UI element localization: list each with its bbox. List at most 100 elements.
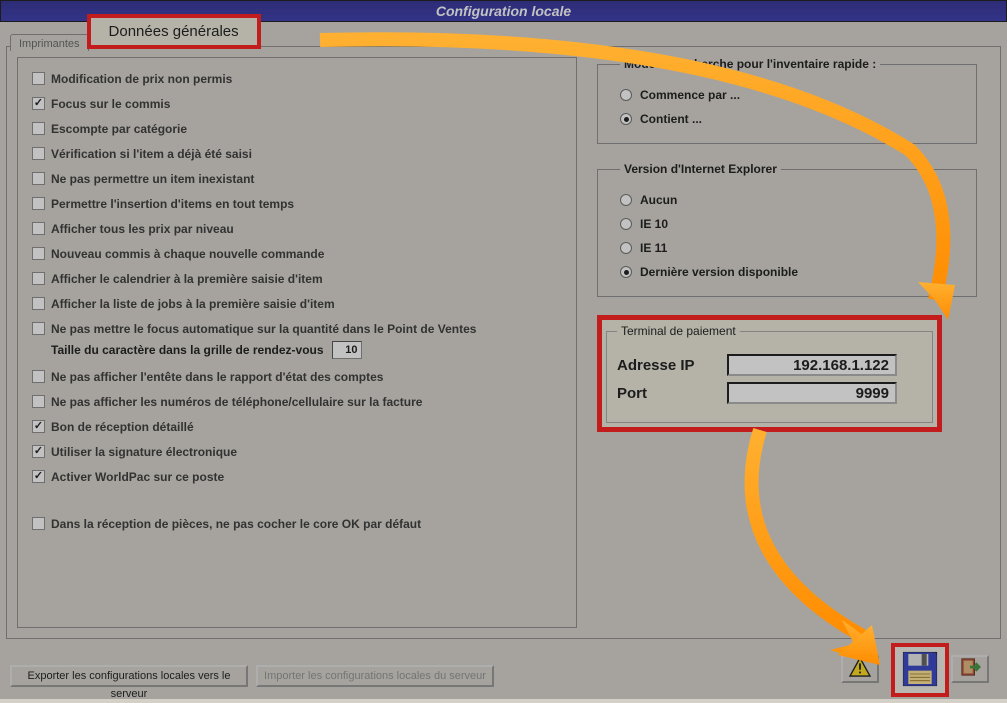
checkbox-row[interactable]: ✓ Activer WorldPac sur ce poste [32,464,568,489]
search-mode-option[interactable]: Commence par ... [620,83,958,107]
checkbox-icon[interactable] [32,272,45,285]
checkbox-row[interactable]: Afficher la liste de jobs à la première … [32,291,568,316]
checkbox-label: Ne pas afficher les numéros de téléphone… [51,395,422,409]
checkbox-row[interactable]: Afficher tous les prix par niveau [32,216,568,241]
ie-version-option[interactable]: Dernière version disponible [620,260,958,284]
export-button[interactable]: Exporter les configurations locales vers… [10,665,248,687]
checkbox-label: Permettre l'insertion d'items en tout te… [51,197,294,211]
checkbox-label: Utiliser la signature électronique [51,445,237,459]
checkbox-label: Dans la réception de pièces, ne pas coch… [51,517,421,531]
checkbox-icon[interactable] [32,247,45,260]
radio-icon[interactable] [620,266,632,278]
checkbox-label: Bon de réception détaillé [51,420,194,434]
exit-icon [959,668,981,680]
checkbox-icon[interactable] [32,395,45,408]
radio-label: IE 10 [640,217,668,231]
terminal-legend: Terminal de paiement [617,324,740,338]
checkbox-row[interactable]: Vérification si l'item a déjà été saisi [32,141,568,166]
radio-label: IE 11 [640,241,667,255]
import-button: Importer les configurations locales du s… [256,665,494,687]
right-column: Mode de recherche pour l'inventaire rapi… [597,57,977,432]
taille-caractere-row: Taille du caractère dans la grille de re… [32,341,568,359]
checkbox-icon[interactable] [32,147,45,160]
checkbox-row[interactable]: Ne pas afficher les numéros de téléphone… [32,389,568,414]
radio-icon[interactable] [620,194,632,206]
checkbox-icon[interactable]: ✓ [32,445,45,458]
bottom-bar: Exporter les configurations locales vers… [6,645,1001,695]
ip-input[interactable]: 192.168.1.122 [727,354,897,376]
tab-imprimantes[interactable]: Imprimantes [10,34,89,51]
radio-icon[interactable] [620,218,632,230]
port-label: Port [617,385,727,402]
checkbox-label: Nouveau commis à chaque nouvelle command… [51,247,324,261]
tab-label: Imprimantes [19,38,80,50]
checkbox-icon[interactable] [32,322,45,335]
radio-icon[interactable] [620,113,632,125]
radio-label: Commence par ... [640,88,740,102]
radio-label: Aucun [640,193,677,207]
radio-label: Contient ... [640,112,702,126]
checkbox-label: Ne pas permettre un item inexistant [51,172,254,186]
search-mode-group: Mode de recherche pour l'inventaire rapi… [597,57,977,144]
port-input[interactable]: 9999 [727,382,897,404]
taille-label: Taille du caractère dans la grille de re… [51,343,324,357]
checkbox-label: Escompte par catégorie [51,122,187,136]
main-panel: Modification de prix non permis ✓Focus su… [6,46,1001,639]
checkbox-row[interactable]: Modification de prix non permis [32,66,568,91]
tab-donnees-generales[interactable]: Données générales [87,14,261,49]
checkbox-icon[interactable] [32,517,45,530]
warning-button[interactable] [841,655,879,683]
checkbox-icon[interactable]: ✓ [32,420,45,433]
radio-icon[interactable] [620,242,632,254]
checkbox-label: Ne pas mettre le focus automatique sur l… [51,322,476,336]
checkbox-row[interactable]: Ne pas afficher l'entête dans le rapport… [32,364,568,389]
checkbox-icon[interactable] [32,297,45,310]
button-label: Exporter les configurations locales vers… [28,670,231,700]
checkbox-row[interactable]: Dans la réception de pièces, ne pas coch… [32,511,568,536]
taille-input[interactable]: 10 [332,341,362,359]
checkbox-icon[interactable] [32,172,45,185]
checkbox-row[interactable]: Nouveau commis à chaque nouvelle command… [32,241,568,266]
radio-icon[interactable] [620,89,632,101]
button-label: Importer les configurations locales du s… [264,670,486,682]
checkbox-label: Activer WorldPac sur ce poste [51,470,224,484]
tab-label: Données générales [109,23,239,40]
checkbox-row[interactable]: ✓ Bon de réception détaillé [32,414,568,439]
checkbox-icon[interactable] [32,122,45,135]
checkbox-label: Afficher tous les prix par niveau [51,222,234,236]
exit-button[interactable] [951,655,989,683]
search-mode-legend: Mode de recherche pour l'inventaire rapi… [620,57,880,71]
checkbox-row[interactable]: Afficher le calendrier à la première sai… [32,266,568,291]
checkbox-icon[interactable] [32,197,45,210]
ie-version-option[interactable]: IE 10 [620,212,958,236]
terminal-paiement-group: Terminal de paiement Adresse IP 192.168.… [606,324,933,423]
checkbox-icon[interactable]: ✓ [32,97,45,110]
floppy-icon [900,649,940,692]
warning-icon [849,668,871,680]
checkbox-label: Ne pas afficher l'entête dans le rapport… [51,370,383,384]
ie-version-option[interactable]: IE 11 [620,236,958,260]
checkbox-row[interactable]: Ne pas permettre un item inexistant [32,166,568,191]
ip-label: Adresse IP [617,357,727,374]
checkbox-label: Afficher la liste de jobs à la première … [51,297,335,311]
checkbox-label: Vérification si l'item a déjà été saisi [51,147,252,161]
checkbox-icon[interactable] [32,72,45,85]
checkbox-row[interactable]: Ne pas mettre le focus automatique sur l… [32,316,568,341]
options-group: Modification de prix non permis ✓Focus su… [17,57,577,628]
window-title: Configuration locale [436,3,571,19]
checkbox-label: Modification de prix non permis [51,72,232,86]
checkbox-row[interactable]: ✓ Utiliser la signature électronique [32,439,568,464]
ie-version-legend: Version d'Internet Explorer [620,162,781,176]
radio-label: Dernière version disponible [640,265,798,279]
checkbox-icon[interactable] [32,370,45,383]
ie-version-option[interactable]: Aucun [620,188,958,212]
search-mode-option[interactable]: Contient ... [620,107,958,131]
checkbox-row[interactable]: Permettre l'insertion d'items en tout te… [32,191,568,216]
checkbox-row[interactable]: Escompte par catégorie [32,116,568,141]
checkbox-icon[interactable] [32,222,45,235]
checkbox-icon[interactable]: ✓ [32,470,45,483]
ie-version-group: Version d'Internet Explorer Aucun IE 10 IE… [597,162,977,297]
checkbox-row[interactable]: ✓Focus sur le commis [32,91,568,116]
checkbox-label: Afficher le calendrier à la première sai… [51,272,323,286]
save-button[interactable] [891,643,949,697]
